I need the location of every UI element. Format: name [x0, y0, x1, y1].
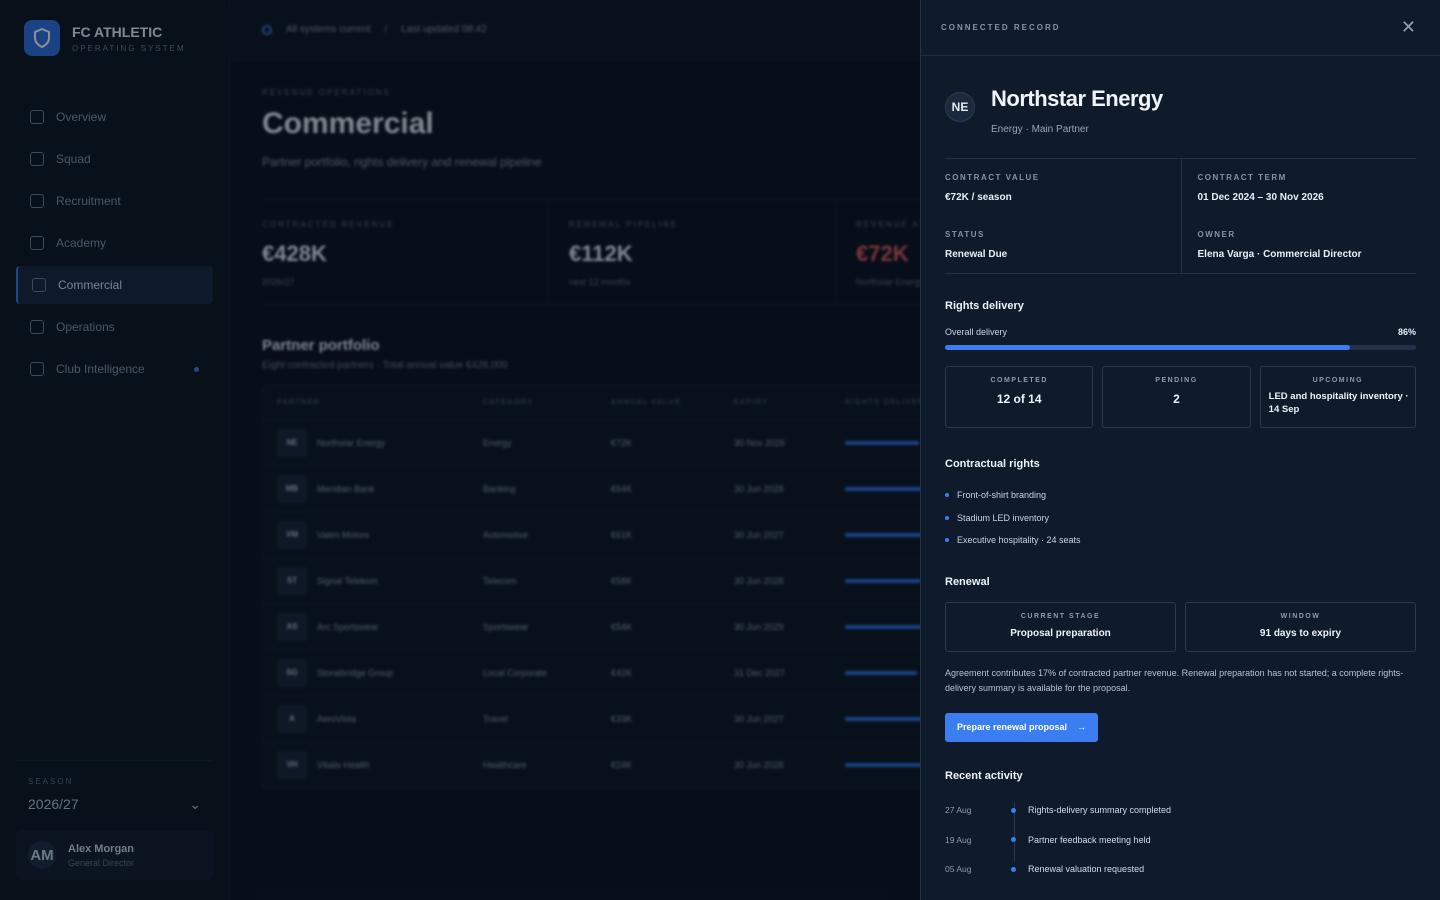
list-item: Executive hospitality · 24 seats: [945, 529, 1416, 552]
renewal-stage: CURRENT STAGE Proposal preparation: [945, 601, 1176, 652]
activity-text: Renewal valuation requested: [1028, 864, 1145, 875]
renewal-window: WINDOW 91 days to expiry: [1185, 601, 1416, 652]
stat-label: COMPLETED: [990, 377, 1048, 384]
fact-label: CONTRACT TERM: [1197, 173, 1287, 182]
activity-list: 27 Aug Rights-delivery summary completed…: [945, 796, 1416, 885]
timeline-dot: [1011, 866, 1016, 872]
stat-value: 2: [1173, 392, 1180, 406]
record-name: Northstar Energy: [991, 86, 1163, 111]
app-root: FC ATHLETIC OPERATING SYSTEM Overview Sq…: [0, 0, 1440, 900]
recent-activity-section: Recent activity 27 Aug Rights-delivery s…: [945, 770, 1416, 885]
avatar: NE: [945, 92, 975, 122]
stat-label: CURRENT STAGE: [1020, 612, 1101, 620]
progress-fill: [945, 345, 1351, 350]
record-drawer: CONNECTED RECORD ✕ NE Northstar Energy E…: [920, 0, 1440, 900]
stat-value: Proposal preparation: [1010, 627, 1111, 639]
renewal-section: Renewal CURRENT STAGE Proposal preparati…: [945, 576, 1416, 742]
fact-value: 01 Dec 2024 – 30 Nov 2026: [1197, 192, 1324, 203]
fact-label: STATUS: [945, 230, 985, 239]
modal-scrim[interactable]: [0, 0, 920, 900]
rights-list: Front-of-shirt branding Stadium LED inve…: [945, 484, 1416, 552]
stat-pending: PENDING 2: [1102, 366, 1251, 428]
renewal-note: Agreement contributes 17% of contracted …: [945, 667, 1404, 693]
fact-value: Elena Varga · Commercial Director: [1197, 249, 1362, 260]
stat-completed: COMPLETED 12 of 14: [945, 366, 1094, 428]
list-item: Front-of-shirt branding: [945, 484, 1416, 507]
delivery-progress-bar: [945, 345, 1416, 350]
stat-label: WINDOW: [1280, 612, 1321, 620]
close-icon[interactable]: ✕: [1401, 17, 1416, 38]
activity-item: 27 Aug Rights-delivery summary completed: [945, 796, 1416, 826]
delivery-stats: COMPLETED 12 of 14 PENDING 2 UPCOMING LE…: [945, 366, 1416, 428]
drawer-header: CONNECTED RECORD ✕: [921, 0, 1440, 56]
fact-label: CONTRACT VALUE: [945, 173, 1040, 182]
fact-value: €72K / season: [945, 192, 1012, 203]
fact-status: STATUS Renewal Due: [945, 216, 1181, 273]
fact-value: Renewal Due: [945, 249, 1008, 260]
section-title: Renewal: [945, 575, 990, 588]
stat-label: UPCOMING: [1312, 377, 1364, 384]
timeline-dot: [1011, 807, 1016, 813]
activity-date: 27 Aug: [945, 805, 972, 816]
record-header: NE Northstar Energy Energy · Main Partne…: [945, 56, 1416, 158]
arrow-right-icon: →: [1077, 722, 1087, 732]
record-subtitle: Energy · Main Partner: [991, 124, 1089, 135]
activity-item: 19 Aug Partner feedback meeting held: [945, 825, 1416, 855]
progress-value: 86%: [1397, 327, 1416, 337]
section-title: Contractual rights: [945, 458, 1040, 470]
timeline-dot: [1011, 837, 1016, 843]
stat-value: 12 of 14: [996, 392, 1042, 406]
activity-item: 05 Aug Renewal valuation requested: [945, 855, 1416, 885]
list-item: Stadium LED inventory: [945, 507, 1416, 530]
section-title: Rights delivery: [945, 300, 1024, 312]
prepare-renewal-proposal-button[interactable]: Prepare renewal proposal →: [945, 712, 1099, 742]
contractual-rights-section: Contractual rights Front-of-shirt brandi…: [945, 458, 1416, 552]
stat-value: LED and hospitality inventory · 14 Sep: [1268, 391, 1409, 415]
fact-contract-term: CONTRACT TERM 01 Dec 2024 – 30 Nov 2026: [1180, 159, 1417, 216]
rights-delivery-section: Rights delivery Overall delivery 86% COM…: [945, 300, 1416, 428]
stat-value: 91 days to expiry: [1259, 627, 1342, 639]
activity-date: 05 Aug: [945, 864, 972, 875]
drawer-label: CONNECTED RECORD: [941, 23, 1061, 32]
contract-facts: CONTRACT VALUE €72K / season CONTRACT TE…: [945, 158, 1416, 274]
stat-upcoming: UPCOMING LED and hospitality inventory ·…: [1259, 366, 1416, 428]
fact-label: OWNER: [1197, 230, 1236, 239]
fact-contract-value: CONTRACT VALUE €72K / season: [945, 159, 1181, 216]
button-label: Prepare renewal proposal: [957, 722, 1068, 732]
activity-text: Rights-delivery summary completed: [1028, 805, 1172, 816]
fact-owner: OWNER Elena Varga · Commercial Director: [1180, 216, 1417, 273]
progress-label: Overall delivery: [945, 327, 1008, 337]
activity-text: Partner feedback meeting held: [1028, 834, 1151, 845]
stat-label: PENDING: [1155, 377, 1198, 384]
activity-date: 19 Aug: [945, 834, 972, 845]
section-title: Recent activity: [945, 769, 1023, 782]
